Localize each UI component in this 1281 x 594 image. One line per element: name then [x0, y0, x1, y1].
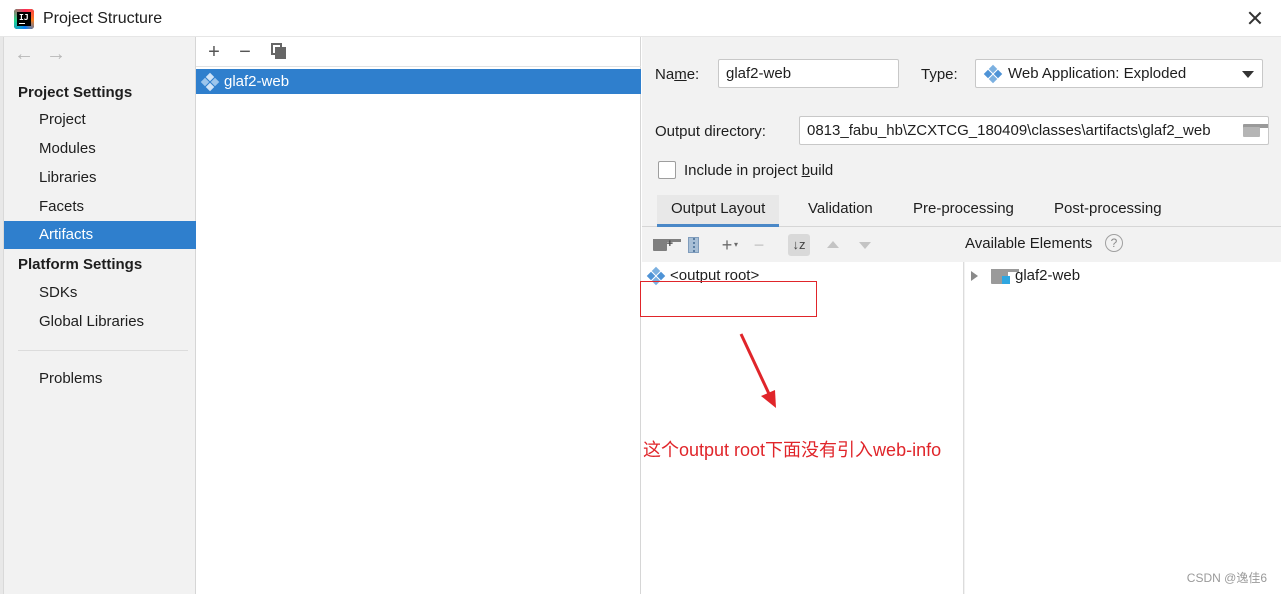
sidebar-item-global-libraries[interactable]: Global Libraries: [4, 308, 196, 336]
remove-artifact-minus-icon[interactable]: −: [234, 41, 256, 63]
available-module-node[interactable]: glaf2-web: [969, 265, 1080, 287]
available-elements-label: Available Elements: [965, 235, 1093, 252]
project-settings-heading: Project Settings: [18, 84, 133, 101]
artifact-tabs: Output Layout Validation Pre-processing …: [642, 195, 1281, 227]
include-in-build-checkbox[interactable]: [658, 161, 676, 179]
output-directory-label: Output directory:: [655, 123, 766, 140]
back-arrow-icon[interactable]: ←: [14, 43, 36, 65]
available-elements-tree: glaf2-web: [965, 262, 1281, 594]
type-label: Type:: [921, 66, 958, 83]
artifacts-panel: + − glaf2-web: [196, 37, 641, 594]
name-label: Name:: [655, 66, 700, 83]
chevron-down-icon: [1242, 71, 1254, 78]
expand-triangle-icon[interactable]: [971, 271, 978, 281]
move-up-icon[interactable]: [822, 234, 844, 256]
watermark: CSDN @逸佳6: [1186, 571, 1267, 585]
sort-alphabetically-icon[interactable]: ↓z: [788, 234, 810, 256]
sidebar: ← → Project Settings Project Modules Lib…: [4, 37, 196, 594]
browse-folder-icon[interactable]: [1243, 124, 1268, 137]
web-app-icon: [200, 72, 220, 92]
sidebar-item-sdks[interactable]: SDKs: [4, 279, 196, 307]
annotation-arrow: [739, 333, 776, 408]
sidebar-divider: [18, 350, 188, 351]
title-bar: IJ Project Structure: [0, 0, 1281, 37]
remove-minus-icon[interactable]: −: [748, 234, 770, 256]
annotation-highlight-box: [640, 281, 817, 317]
output-directory-field[interactable]: 0813_fabu_hb\ZCXTCG_180409\classes\artif…: [799, 116, 1269, 145]
tab-validation[interactable]: Validation: [794, 195, 887, 227]
available-module-label: glaf2-web: [1015, 267, 1081, 284]
tab-post-processing[interactable]: Post-processing: [1040, 195, 1176, 227]
output-layout-tree: <output root> 这个output root下面没有引入web-inf…: [640, 262, 964, 594]
help-icon[interactable]: ?: [1105, 234, 1123, 252]
sidebar-item-facets[interactable]: Facets: [4, 193, 196, 221]
type-value: Web Application: Exploded: [1008, 65, 1187, 82]
sidebar-item-libraries[interactable]: Libraries: [4, 164, 196, 192]
add-artifact-plus-icon[interactable]: +: [203, 41, 225, 63]
annotation-text: 这个output root下面没有引入web-info: [643, 440, 942, 460]
sidebar-item-project[interactable]: Project: [4, 106, 196, 134]
platform-settings-heading: Platform Settings: [18, 256, 143, 273]
copy-artifact-icon[interactable]: [271, 43, 287, 59]
web-app-icon: [983, 64, 1003, 84]
include-in-build-label: Include in project build: [684, 162, 834, 179]
forward-arrow-icon[interactable]: →: [46, 43, 68, 65]
tab-output-layout[interactable]: Output Layout: [657, 195, 780, 227]
window-title: Project Structure: [43, 10, 163, 27]
module-folder-icon: [991, 269, 1019, 284]
intellij-logo-icon: IJ: [14, 9, 34, 29]
create-archive-icon[interactable]: [682, 234, 704, 256]
move-down-icon[interactable]: [854, 234, 876, 256]
close-icon[interactable]: [1245, 8, 1265, 28]
create-directory-icon[interactable]: +: [650, 234, 681, 256]
add-copy-of-plus-icon[interactable]: + ▾: [716, 234, 738, 256]
tab-pre-processing[interactable]: Pre-processing: [899, 195, 1028, 227]
artifact-list-item[interactable]: glaf2-web: [196, 69, 641, 94]
artifact-details-panel: Name: glaf2-web Type: Web Application: E…: [640, 37, 1281, 594]
artifact-label: glaf2-web: [224, 73, 290, 90]
name-field[interactable]: glaf2-web: [718, 59, 899, 88]
sidebar-item-modules[interactable]: Modules: [4, 135, 196, 163]
artifacts-toolbar: + −: [196, 37, 641, 67]
output-directory-value: 0813_fabu_hb\ZCXTCG_180409\classes\artif…: [807, 122, 1211, 139]
output-layout-toolbar: + + ▾ − ↓z: [642, 228, 1281, 262]
type-select[interactable]: Web Application: Exploded: [975, 59, 1263, 88]
sidebar-item-problems[interactable]: Problems: [4, 365, 196, 393]
sidebar-item-artifacts[interactable]: Artifacts: [4, 221, 196, 249]
